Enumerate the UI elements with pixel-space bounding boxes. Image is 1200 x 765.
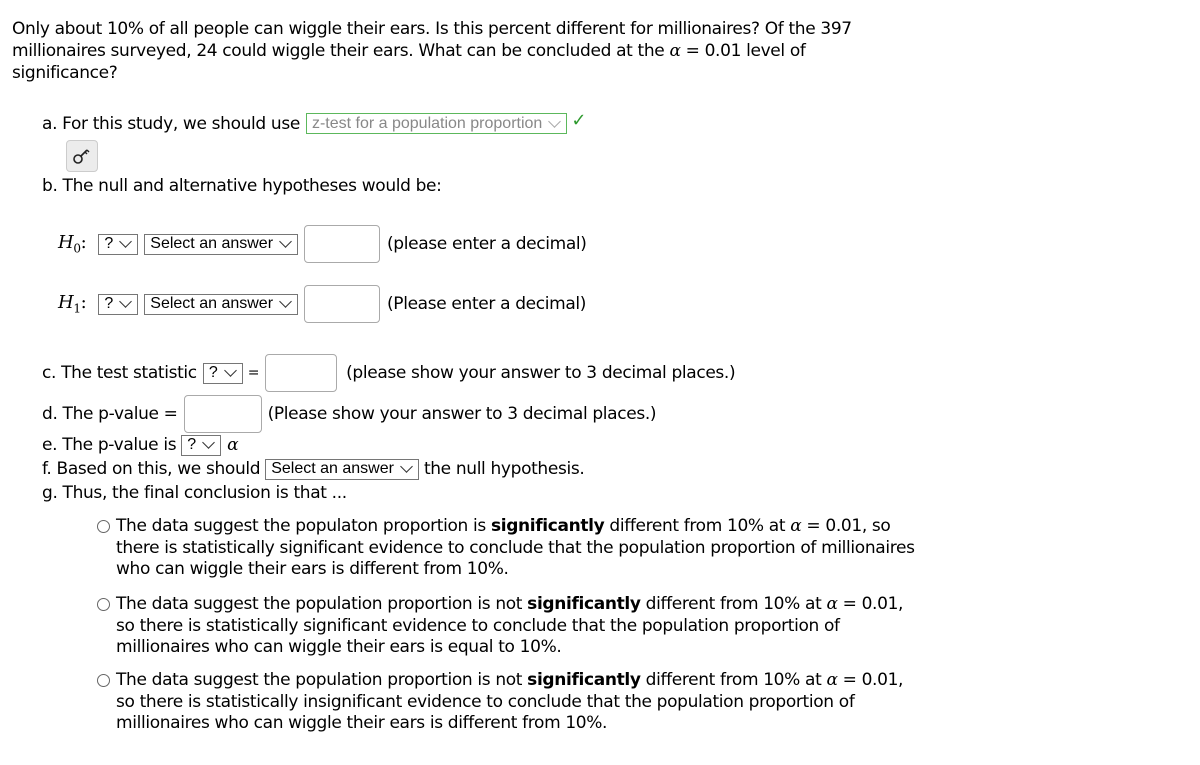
h1-value-input[interactable] xyxy=(304,285,381,323)
chevron-down-icon xyxy=(548,114,562,128)
checkmark-icon: ✓ xyxy=(571,110,587,131)
h1-row: H1: ? Select an answer (Please enter a d… xyxy=(58,285,586,323)
chevron-down-icon xyxy=(223,364,237,377)
part-a-row: a. For this study, we should use z-test … xyxy=(42,110,587,134)
chevron-down-icon xyxy=(279,295,292,308)
radio-button[interactable] xyxy=(97,520,110,533)
h1-relation-select[interactable]: Select an answer xyxy=(144,293,299,315)
part-e-row: e. The p-value is ? α xyxy=(42,434,239,456)
part-f-label: f. Based on this, we should xyxy=(42,459,261,479)
chevron-down-icon xyxy=(202,436,216,449)
h0-relation-select[interactable]: Select an answer xyxy=(144,233,299,255)
alpha-symbol: α xyxy=(669,41,681,61)
part-b-label: b. The null and alternative hypotheses w… xyxy=(42,176,442,196)
radio-button[interactable] xyxy=(97,674,110,687)
h1-parameter-select[interactable]: ? xyxy=(98,293,139,315)
h0-hint: (please enter a decimal) xyxy=(387,234,587,254)
chevron-down-icon xyxy=(279,235,292,248)
h0-value-input[interactable] xyxy=(304,225,381,263)
conclusion-option-2[interactable]: The data suggest the population proporti… xyxy=(97,594,917,659)
conclusion-option-1[interactable]: The data suggest the populaton proportio… xyxy=(97,516,917,581)
chevron-down-icon xyxy=(400,460,413,473)
part-d-label: d. The p-value = xyxy=(42,404,178,424)
part-c-hint: (please show your answer to 3 decimal pl… xyxy=(346,363,736,383)
part-c-label: c. The test statistic xyxy=(42,363,197,383)
chevron-down-icon xyxy=(119,235,133,248)
alpha-symbol: α xyxy=(790,516,802,536)
part-a-label: a. For this study, we should use xyxy=(42,113,300,134)
part-c-row: c. The test statistic ? = (please show y… xyxy=(42,354,736,392)
test-type-select[interactable]: z-test for a population proportion xyxy=(305,113,568,134)
h0-parameter-select[interactable]: ? xyxy=(98,233,139,255)
part-g-label: g. Thus, the final conclusion is that ..… xyxy=(42,483,347,503)
part-f-row: f. Based on this, we should Select an an… xyxy=(42,458,585,480)
part-d-hint: (Please show your answer to 3 decimal pl… xyxy=(267,404,657,424)
alpha-symbol: α xyxy=(227,435,239,455)
part-d-row: d. The p-value = (Please show your answe… xyxy=(42,395,657,433)
chevron-down-icon xyxy=(119,295,133,308)
h0-row: H0: ? Select an answer (please enter a d… xyxy=(58,225,587,263)
test-statistic-input[interactable] xyxy=(265,354,338,392)
p-value-comparison-select[interactable]: ? xyxy=(181,434,222,456)
p-value-input[interactable] xyxy=(183,395,262,433)
help-key-button[interactable] xyxy=(66,140,98,172)
key-icon xyxy=(73,149,90,164)
part-f-suffix: the null hypothesis. xyxy=(423,459,585,479)
alpha-symbol: α xyxy=(826,670,838,690)
h1-label: H1: xyxy=(58,292,87,316)
test-statistic-select[interactable]: ? xyxy=(202,362,243,384)
alpha-symbol: α xyxy=(826,594,838,614)
h0-label: H0: xyxy=(58,232,87,256)
radio-button[interactable] xyxy=(97,598,110,611)
equals-sign: = xyxy=(247,365,260,381)
question-text: Only about 10% of all people can wiggle … xyxy=(12,19,852,83)
h1-hint: (Please enter a decimal) xyxy=(387,294,587,314)
part-e-label: e. The p-value is xyxy=(42,435,177,455)
conclusion-option-3[interactable]: The data suggest the population proporti… xyxy=(97,670,917,735)
decision-select[interactable]: Select an answer xyxy=(265,458,419,480)
